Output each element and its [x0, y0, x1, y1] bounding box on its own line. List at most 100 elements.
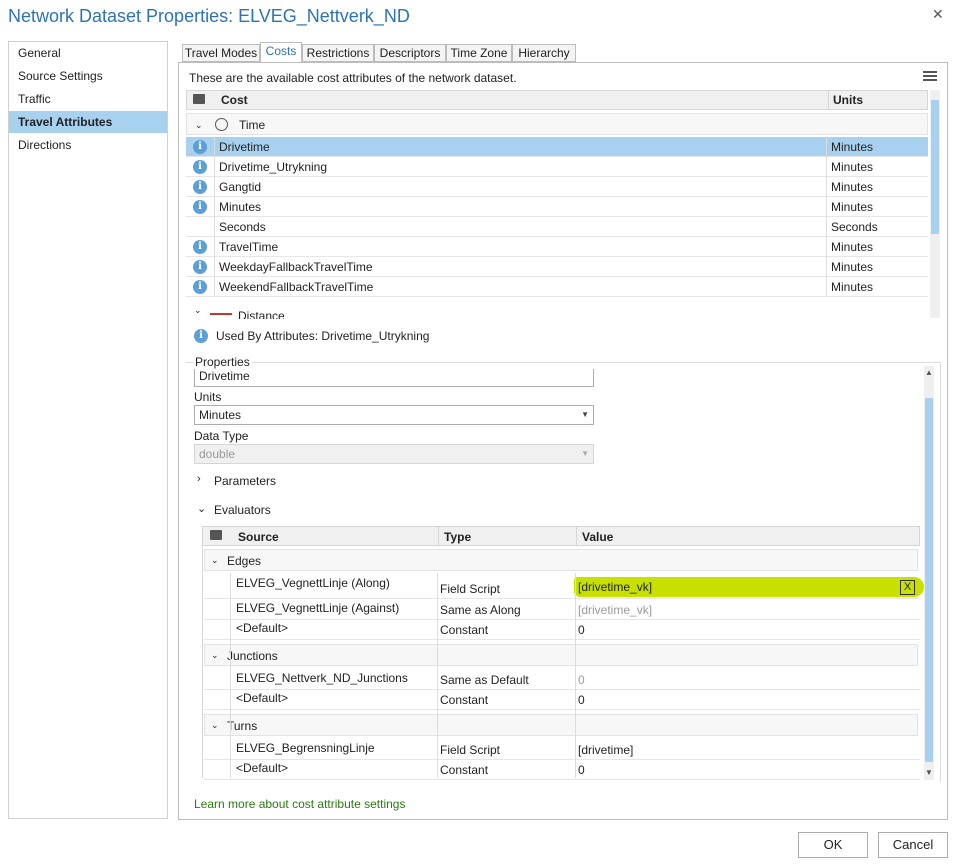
evaluator-type: Constant — [440, 623, 489, 637]
evaluator-type: Same as Default — [440, 673, 529, 687]
properties-heading: Properties — [193, 355, 252, 369]
group-distance-label: Distance — [238, 309, 285, 319]
sidebar-item-general[interactable]: General — [9, 42, 167, 64]
sidebar-item-travel-attributes[interactable]: Travel Attributes — [9, 111, 167, 133]
table-row[interactable]: i WeekendFallbackTravelTime Minutes — [186, 277, 928, 297]
table-row[interactable]: <Default> Constant 0 — [204, 620, 920, 640]
info-icon: i — [193, 160, 207, 174]
table-row[interactable]: ELVEG_VegnettLinje (Against) Same as Alo… — [204, 600, 920, 620]
group-junctions-label: Junctions — [227, 649, 278, 663]
table-row[interactable]: i TravelTime Minutes — [186, 237, 928, 257]
group-turns-label: Turns — [227, 719, 258, 733]
costs-description: These are the available cost attributes … — [189, 71, 517, 85]
chevron-down-icon[interactable]: ⌄ — [197, 502, 206, 515]
column-header-cost[interactable]: Cost — [221, 93, 248, 107]
evaluator-type: Constant — [440, 763, 489, 777]
data-type-select: double ▼ — [194, 444, 594, 464]
parameters-expander[interactable]: Parameters — [214, 474, 276, 488]
chevron-down-icon[interactable]: ⌄ — [194, 305, 202, 316]
chevron-down-icon[interactable]: ⌄ — [211, 549, 219, 571]
cost-name: Seconds — [219, 220, 266, 234]
units-select[interactable]: Minutes ▼ — [194, 405, 594, 425]
evaluator-value-input[interactable]: [drivetime_vk] — [578, 580, 908, 596]
sidebar: General Source Settings Traffic Travel A… — [8, 41, 168, 819]
table-row[interactable]: ELVEG_Nettverk_ND_Junctions Same as Defa… — [204, 670, 920, 690]
chevron-down-icon: ▼ — [581, 410, 589, 419]
info-icon: i — [193, 200, 207, 214]
table-row[interactable]: i Drivetime Minutes — [186, 137, 928, 157]
name-input[interactable]: Drivetime — [194, 369, 594, 387]
evaluator-source: <Default> — [236, 621, 289, 635]
chevron-down-icon[interactable]: ⌄ — [195, 114, 203, 136]
table-row[interactable]: i Drivetime_Utrykning Minutes — [186, 157, 928, 177]
menu-icon[interactable] — [923, 68, 937, 81]
comment-icon — [210, 530, 222, 540]
evaluator-type: Field Script — [440, 582, 501, 596]
scroll-up-icon[interactable]: ▲ — [925, 368, 933, 377]
cost-name: Gangtid — [219, 180, 262, 194]
clear-value-icon[interactable]: X — [900, 580, 915, 595]
evaluators-expander[interactable]: Evaluators — [214, 503, 271, 517]
sidebar-item-directions[interactable]: Directions — [9, 134, 167, 156]
group-turns[interactable]: ⌄ Turns — [204, 714, 918, 736]
cost-units: Minutes — [831, 280, 874, 294]
group-time-label: Time — [239, 118, 266, 132]
ok-button[interactable]: OK — [798, 832, 868, 858]
group-distance[interactable]: ⌄ Distance — [186, 303, 928, 319]
learn-more-link[interactable]: Learn more about cost attribute settings — [194, 797, 405, 811]
table-row[interactable]: <Default> Constant 0 — [204, 690, 920, 710]
column-header-units[interactable]: Units — [833, 93, 863, 107]
info-icon: i — [193, 240, 207, 254]
chevron-right-icon[interactable]: › — [197, 473, 201, 485]
table-row[interactable]: i Gangtid Minutes — [186, 177, 928, 197]
cost-name: Minutes — [219, 200, 262, 214]
evaluator-source: ELVEG_Nettverk_ND_Junctions — [236, 671, 408, 685]
column-header-source[interactable]: Source — [238, 530, 279, 544]
evaluator-source: <Default> — [236, 761, 289, 775]
tab-hierarchy[interactable]: Hierarchy — [512, 44, 576, 62]
cancel-button[interactable]: Cancel — [878, 832, 948, 858]
tab-travel-modes[interactable]: Travel Modes — [182, 44, 260, 62]
evaluator-type: Constant — [440, 693, 489, 707]
column-header-value[interactable]: Value — [582, 530, 613, 544]
table-row[interactable]: i Minutes Minutes — [186, 197, 928, 217]
sidebar-item-source-settings[interactable]: Source Settings — [9, 65, 167, 87]
evaluator-value: 0 — [578, 673, 585, 687]
cost-grid-header: Cost Units — [186, 90, 928, 110]
properties-scrollbar[interactable]: ▲ ▼ — [924, 366, 934, 780]
group-edges[interactable]: ⌄ Edges — [204, 549, 918, 571]
close-icon[interactable]: ✕ — [932, 6, 944, 23]
scroll-down-icon[interactable]: ▼ — [925, 768, 933, 777]
cost-units: Minutes — [831, 160, 874, 174]
table-row[interactable]: i WeekdayFallbackTravelTime Minutes — [186, 257, 928, 277]
chevron-down-icon[interactable]: ⌄ — [211, 714, 219, 736]
cost-units: Minutes — [831, 200, 874, 214]
tab-costs[interactable]: Costs — [260, 42, 302, 63]
cost-name: WeekendFallbackTravelTime — [219, 280, 374, 294]
column-header-type[interactable]: Type — [444, 530, 471, 544]
cost-grid-scrollbar[interactable] — [930, 90, 940, 318]
group-time[interactable]: ⌄ Time — [186, 113, 928, 135]
cost-units: Minutes — [831, 180, 874, 194]
evaluator-type: Same as Along — [440, 603, 521, 617]
data-type-value: double — [199, 447, 236, 461]
evaluator-value: 0 — [578, 623, 585, 637]
chevron-down-icon: ▼ — [581, 449, 589, 458]
tab-descriptors[interactable]: Descriptors — [374, 44, 446, 62]
table-row[interactable]: ELVEG_BegrensningLinje Field Script [dri… — [204, 740, 920, 760]
tab-restrictions[interactable]: Restrictions — [302, 44, 374, 62]
evaluator-type: Field Script — [440, 743, 501, 757]
sidebar-item-traffic[interactable]: Traffic — [9, 88, 167, 110]
tab-time-zone[interactable]: Time Zone — [446, 44, 512, 62]
cost-units: Minutes — [831, 240, 874, 254]
table-row[interactable]: Seconds Seconds — [186, 217, 928, 237]
group-junctions[interactable]: ⌄ Junctions — [204, 644, 918, 666]
evaluator-source: ELVEG_BegrensningLinje — [236, 741, 375, 755]
cost-name: Drivetime_Utrykning — [219, 160, 328, 174]
evaluator-value: 0 — [578, 763, 585, 777]
units-label: Units — [194, 390, 222, 404]
evaluator-value: 0 — [578, 693, 585, 707]
chevron-down-icon[interactable]: ⌄ — [211, 644, 219, 666]
table-row[interactable]: <Default> Constant 0 — [204, 760, 920, 780]
cost-name: TravelTime — [219, 240, 279, 254]
